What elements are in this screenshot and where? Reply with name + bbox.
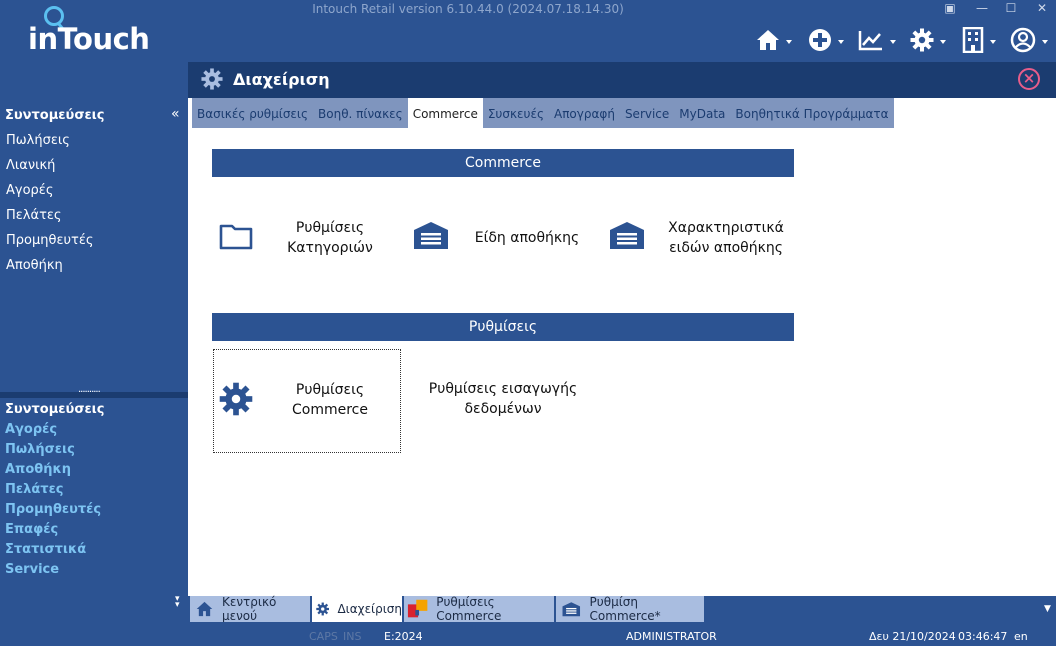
- sidebar-item-sales[interactable]: Πωλήσεις: [6, 133, 70, 148]
- shortcut-sales[interactable]: Πωλήσεις: [5, 442, 75, 457]
- splitter-grip: ..........: [78, 384, 101, 395]
- bottom-tab-commerce-setup[interactable]: Ρυθμίση Commerce*: [556, 595, 704, 623]
- settings-toolbar-button[interactable]: [910, 26, 946, 54]
- window-title: Intouch Retail version 6.10.44.0 (2024.0…: [312, 2, 624, 16]
- bottom-tab-label: Ρυθμίσεις Commerce: [436, 595, 502, 623]
- shortcuts-heading-2: Συντομεύσεις: [5, 402, 105, 417]
- category-settings-card[interactable]: Ρυθμίσεις Κατηγοριών: [212, 186, 400, 290]
- bottom-tab-label: Ρυθμίση Commerce*: [589, 595, 661, 623]
- collapse-sidebar-button[interactable]: «: [171, 106, 180, 122]
- home-icon: [757, 30, 779, 50]
- tab-utilities[interactable]: Βοηθητικά Προγράμματα: [730, 98, 893, 128]
- sidebar-splitter[interactable]: ..........: [0, 384, 188, 398]
- tab-basic-settings[interactable]: Βασικές ρυθμίσεις: [192, 98, 313, 128]
- company-toolbar-button[interactable]: [962, 26, 996, 54]
- shortcut-customers[interactable]: Πελάτες: [5, 482, 64, 497]
- shortcut-warehouse[interactable]: Αποθήκη: [5, 462, 71, 477]
- home-toolbar-button[interactable]: [756, 26, 792, 54]
- card-label-line2: Commerce: [292, 402, 368, 418]
- caps-lock-indicator: CAPS: [309, 630, 338, 643]
- sidebar-item-customers[interactable]: Πελάτες: [6, 208, 62, 223]
- commerce-settings-card[interactable]: Ρυθμίσεις Commerce: [213, 349, 401, 453]
- card-label-line2: Κατηγοριών: [287, 240, 373, 256]
- shortcuts-heading: Συντομεύσεις: [5, 108, 105, 123]
- bottom-tab-label: Κεντρικό μενού: [221, 595, 277, 623]
- card-label-line1: Είδη αποθήκης: [474, 230, 580, 246]
- card-label-line1: Ρυθμίσεις: [295, 220, 365, 236]
- gear-icon: [219, 382, 253, 416]
- sidebar-item-retail[interactable]: Λιανική: [6, 158, 55, 173]
- shortcut-statistics[interactable]: Στατιστικά: [5, 542, 86, 557]
- tab-service[interactable]: Service: [620, 98, 674, 128]
- building-icon: [962, 27, 984, 53]
- open-windows-bar: Κεντρικό μενού Διαχείριση Ρυθμίσεις Comm…: [188, 595, 1056, 623]
- warehouse-icon: [414, 222, 448, 249]
- close-window-button[interactable]: ✕: [1030, 0, 1054, 16]
- tab-aux-tables[interactable]: Βοηθ. πίνακες: [313, 98, 408, 128]
- card-label-line2: δεδομένων: [464, 401, 542, 417]
- shortcut-contacts[interactable]: Επαφές: [5, 522, 58, 537]
- sidebar-item-warehouse[interactable]: Αποθήκη: [6, 258, 63, 273]
- tab-inventory[interactable]: Απογραφή: [549, 98, 620, 128]
- sidebar-item-purchases[interactable]: Αγορές: [6, 183, 53, 198]
- maximize-button[interactable]: ☐: [999, 0, 1023, 16]
- close-panel-button[interactable]: ×: [1018, 68, 1040, 90]
- plus-circle-icon: [809, 29, 831, 51]
- bottom-tab-admin[interactable]: Διαχείριση: [312, 596, 402, 622]
- content-area: Βασικές ρυθμίσεις Βοηθ. πίνακες Commerce…: [188, 98, 1056, 596]
- section-header-commerce: Commerce: [212, 149, 794, 177]
- statistics-toolbar-button[interactable]: [858, 26, 896, 54]
- card-label-line1: Ρυθμίσεις: [295, 382, 365, 398]
- folder-icon: [219, 224, 253, 250]
- warehouse-attributes-card[interactable]: Χαρακτηριστικά ειδών αποθήκης: [602, 186, 790, 290]
- tab-devices[interactable]: Συσκευές: [483, 98, 549, 128]
- bottom-tab-label: Διαχείριση: [337, 602, 402, 616]
- home-icon: [196, 601, 213, 617]
- section-header-settings: Ρυθμίσεις: [212, 313, 794, 341]
- card-label-line1: Χαρακτηριστικά: [668, 220, 784, 236]
- panel-header: Διαχείριση ×: [188, 62, 1056, 98]
- current-user: ADMINISTRATOR: [626, 630, 717, 643]
- card-label-line2: ειδών αποθήκης: [669, 240, 783, 256]
- gear-icon: [316, 602, 330, 616]
- shortcut-suppliers[interactable]: Προμηθευτές: [5, 502, 101, 517]
- add-toolbar-button[interactable]: [808, 26, 844, 54]
- warehouse-icon: [610, 222, 644, 249]
- fiscal-year: E:2024: [384, 630, 423, 643]
- data-import-settings-card[interactable]: Ρυθμίσεις εισαγωγής δεδομένων: [408, 349, 598, 453]
- minimize-button[interactable]: —: [970, 0, 994, 16]
- tab-mydata[interactable]: MyData: [674, 98, 730, 128]
- sidebar: Συντομεύσεις « Πωλήσεις Λιανική Αγορές Π…: [0, 62, 188, 614]
- bottom-tab-main-menu[interactable]: Κεντρικό μενού: [190, 595, 310, 623]
- status-time: 03:46:47: [958, 630, 1008, 643]
- sidebar-overflow-icon[interactable]: ▾ ▾: [175, 595, 180, 610]
- bottom-tab-commerce-settings[interactable]: Ρυθμίσεις Commerce: [404, 595, 554, 623]
- app-logo: inTouch: [28, 22, 150, 56]
- shortcut-service[interactable]: Service: [5, 562, 59, 577]
- sidebar-item-suppliers[interactable]: Προμηθευτές: [6, 233, 93, 248]
- user-icon: [1010, 27, 1036, 53]
- gear-icon: [201, 68, 223, 90]
- status-date: Δευ 21/10/2024: [869, 630, 956, 643]
- colored-squares-icon: [407, 599, 428, 618]
- shortcut-purchases[interactable]: Αγορές: [5, 422, 57, 437]
- chart-icon: [858, 31, 882, 51]
- tab-bar: Βασικές ρυθμίσεις Βοηθ. πίνακες Commerce…: [192, 98, 894, 128]
- window-list-menu-icon[interactable]: ▼: [1044, 604, 1051, 614]
- user-toolbar-button[interactable]: [1010, 26, 1048, 54]
- card-label-line1: Ρυθμίσεις εισαγωγής: [428, 381, 578, 397]
- status-bar: CAPS INS E:2024 ADMINISTRATOR Δευ 21/10/…: [0, 622, 1056, 646]
- warehouse-items-card[interactable]: Είδη αποθήκης: [406, 186, 594, 290]
- tab-commerce[interactable]: Commerce: [407, 98, 483, 128]
- gear-icon: [910, 28, 934, 52]
- title-bar: Intouch Retail version 6.10.44.0 (2024.0…: [0, 0, 1056, 62]
- language-indicator: en: [1014, 630, 1028, 643]
- warehouse-icon: [562, 602, 581, 617]
- panel-title: Διαχείριση: [233, 70, 330, 89]
- insert-mode-indicator: INS: [343, 630, 362, 643]
- window-menu-button[interactable]: ▣: [938, 0, 962, 16]
